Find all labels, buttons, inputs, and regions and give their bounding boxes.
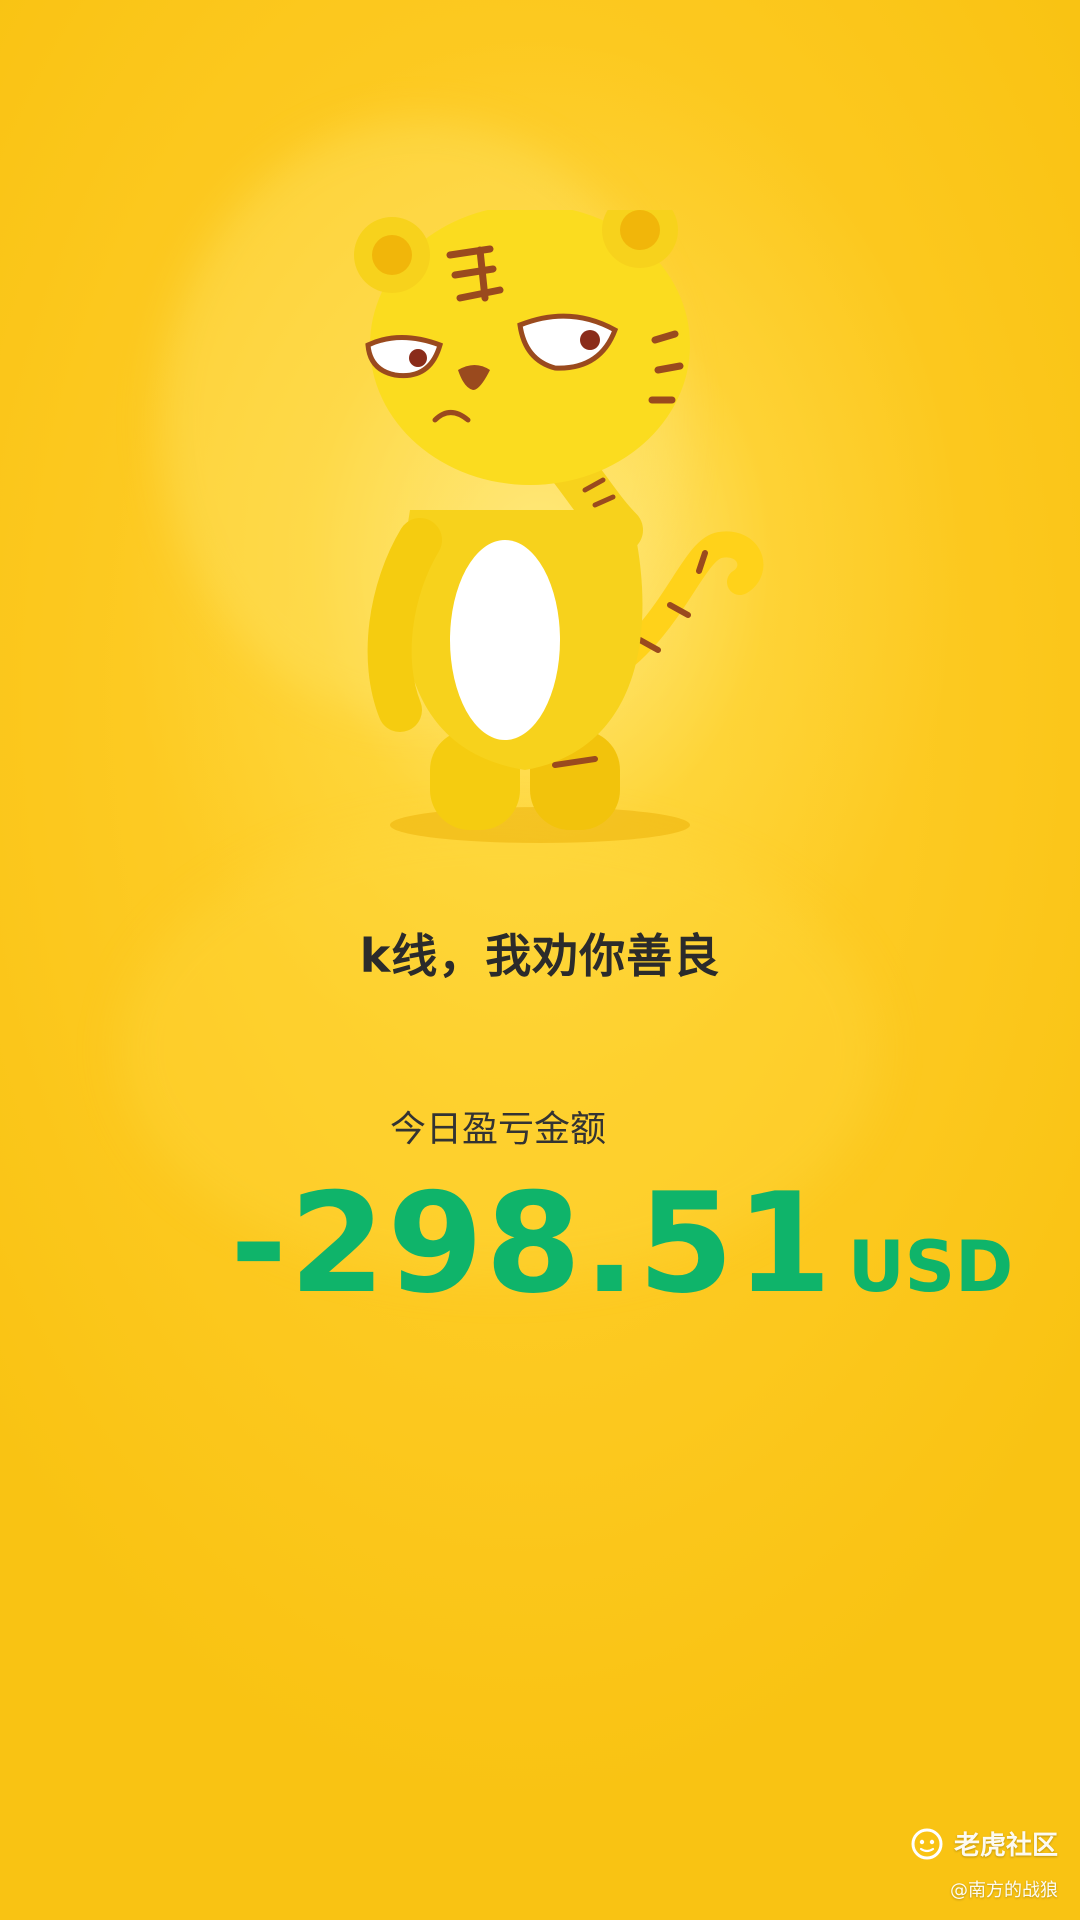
tiger-mascot-icon (354, 210, 764, 843)
pnl-unit: USD (847, 1226, 1014, 1308)
watermark-author: @南方的战狼 (950, 1880, 1058, 1901)
pnl-value: -298.51 (230, 1163, 834, 1324)
slogan-text: k线，我劝你善良 (359, 929, 721, 983)
pnl-label: 今日盈亏金额 (390, 1109, 607, 1150)
pnl-amount: -298.51 USD (230, 1175, 1013, 1313)
tiger-logo-icon (911, 1828, 943, 1859)
watermark: 老虎社区 (910, 1825, 1058, 1862)
watermark-brand: 老虎社区 (953, 1831, 1058, 1861)
